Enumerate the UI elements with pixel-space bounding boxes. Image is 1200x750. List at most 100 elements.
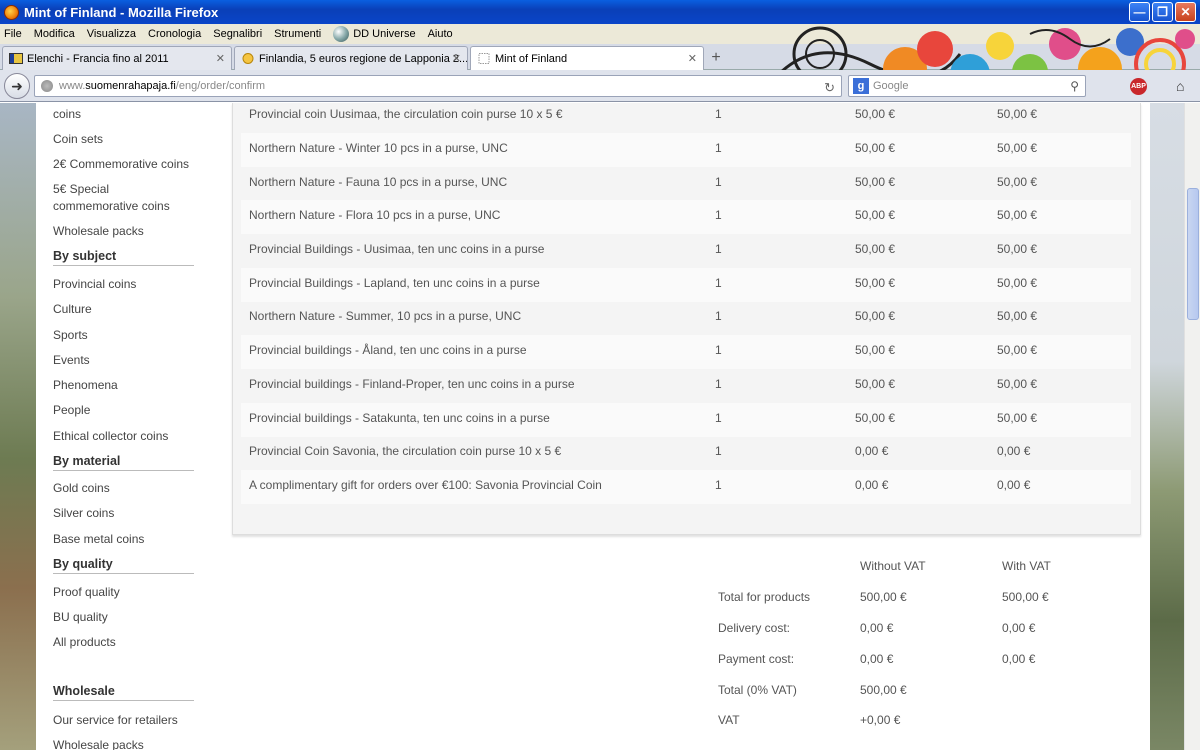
sidebar-link-all-products[interactable]: All products	[53, 634, 203, 651]
flag-favicon-icon	[9, 53, 23, 64]
menu-bar: File Modifica Visualizza Cronologia Segn…	[0, 24, 1200, 44]
sidebar-link-provincial-coins[interactable]: Provincial coins	[53, 276, 203, 293]
tab-elenchi[interactable]: Elenchi - Francia fino al 2011 ✕	[2, 46, 232, 70]
sidebar-heading-by-material: By material	[53, 454, 194, 471]
new-tab-button[interactable]: +	[706, 48, 726, 68]
scrollbar-thumb[interactable]	[1187, 188, 1199, 320]
sidebar-link-5e-special[interactable]: 5€ Special commemorative coins	[53, 181, 183, 215]
table-row: Provincial buildings - Satakunta, ten un…	[241, 403, 1131, 437]
item-name: Provincial Buildings - Uusimaa, ten unc …	[249, 242, 545, 256]
url-path: /eng/order/confirm	[175, 80, 266, 92]
reload-icon[interactable]: ↻	[824, 80, 835, 96]
page-scrollbar[interactable]	[1184, 103, 1200, 750]
sidebar-link-people[interactable]: People	[53, 402, 203, 419]
totals-without-vat: 500,00 €	[860, 590, 907, 604]
item-total: 50,00 €	[997, 411, 1038, 425]
item-unit-price: 50,00 €	[855, 309, 896, 323]
close-window-button[interactable]: ✕	[1175, 2, 1196, 22]
sidebar-link-proof-quality[interactable]: Proof quality	[53, 584, 203, 601]
item-quantity: 1	[715, 107, 722, 121]
sidebar-link-wholesale-packs[interactable]: Wholesale packs	[53, 223, 203, 240]
dd-universe-icon	[333, 26, 350, 42]
sidebar-link-bu-quality[interactable]: BU quality	[53, 609, 203, 626]
sidebar-link-retailer-service[interactable]: Our service for retailers	[53, 712, 203, 729]
item-name: A complimentary gift for orders over €10…	[249, 478, 602, 492]
sidebar-link-coins[interactable]: coins	[53, 106, 203, 123]
totals-without-vat: 0,00 €	[860, 652, 894, 666]
tab-close-icon[interactable]: ✕	[688, 52, 697, 65]
totals-without-vat: 0,00 €	[860, 621, 894, 635]
window-controls: — ❐ ✕	[1129, 2, 1196, 22]
firefox-logo-icon	[4, 4, 19, 20]
menu-dd-universe[interactable]: DD Universe	[333, 26, 416, 42]
item-name: Northern Nature - Fauna 10 pcs in a purs…	[249, 175, 508, 189]
sidebar-heading-by-quality: By quality	[53, 557, 194, 574]
sidebar-link-base-metal-coins[interactable]: Base metal coins	[53, 531, 203, 548]
tab-finlandia[interactable]: Finlandia, 5 euros regione de Lapponia 2…	[234, 46, 468, 70]
menu-visualizza[interactable]: Visualizza	[87, 28, 136, 40]
menu-strumenti[interactable]: Strumenti	[274, 28, 321, 40]
item-total: 50,00 €	[997, 276, 1038, 290]
item-quantity: 1	[715, 309, 722, 323]
sidebar-heading-by-subject: By subject	[53, 249, 194, 266]
item-total: 50,00 €	[997, 208, 1038, 222]
totals-with-vat: 0,00 €	[1002, 621, 1036, 635]
item-total: 0,00 €	[997, 478, 1031, 492]
item-unit-price: 50,00 €	[855, 411, 896, 425]
item-name: Northern Nature - Flora 10 pcs in a purs…	[249, 208, 501, 222]
search-bar[interactable]: g Google ⚲	[848, 75, 1086, 97]
page-viewport: coins Coin sets 2€ Commemorative coins 5…	[0, 103, 1200, 750]
menu-aiuto[interactable]: Aiuto	[428, 28, 453, 40]
item-total: 0,00 €	[997, 444, 1031, 458]
maximize-button[interactable]: ❐	[1152, 2, 1173, 22]
sidebar-link-gold-coins[interactable]: Gold coins	[53, 480, 203, 497]
item-total: 50,00 €	[997, 107, 1038, 121]
minimize-button[interactable]: —	[1129, 2, 1150, 22]
google-engine-icon[interactable]: g	[853, 78, 869, 94]
menu-file[interactable]: File	[4, 28, 22, 40]
item-total: 50,00 €	[997, 309, 1038, 323]
item-unit-price: 50,00 €	[855, 107, 896, 121]
item-unit-price: 50,00 €	[855, 175, 896, 189]
item-total: 50,00 €	[997, 242, 1038, 256]
item-name: Provincial buildings - Satakunta, ten un…	[249, 411, 550, 425]
totals-header-with-vat: With VAT	[1002, 559, 1051, 573]
adblock-icon[interactable]: ABP	[1130, 78, 1147, 95]
site-identity-icon	[41, 80, 53, 92]
sidebar-link-2e-commemorative[interactable]: 2€ Commemorative coins	[53, 156, 203, 173]
menu-segnalibri[interactable]: Segnalibri	[213, 28, 262, 40]
totals-without-vat: +0,00 €	[860, 713, 901, 727]
sidebar-link-culture[interactable]: Culture	[53, 301, 203, 318]
search-placeholder: Google	[873, 80, 909, 92]
item-name: Provincial buildings - Åland, ten unc co…	[249, 343, 527, 357]
menu-cronologia[interactable]: Cronologia	[148, 28, 201, 40]
sidebar-link-sports[interactable]: Sports	[53, 327, 203, 344]
sidebar-link-phenomena[interactable]: Phenomena	[53, 377, 203, 394]
item-unit-price: 50,00 €	[855, 377, 896, 391]
tab-close-icon[interactable]: ✕	[452, 52, 461, 65]
tab-close-icon[interactable]: ✕	[216, 52, 225, 65]
back-button[interactable]: ➜	[4, 73, 30, 99]
order-items-table: Provincial coin Uusimaa, the circulation…	[232, 103, 1141, 535]
menu-dd-universe-label: DD Universe	[353, 27, 416, 40]
sidebar-link-ethical-collector[interactable]: Ethical collector coins	[53, 428, 203, 445]
url-bar[interactable]: www. suomenrahapaja.fi/eng/order/confirm …	[34, 75, 842, 97]
menu-modifica[interactable]: Modifica	[34, 28, 75, 40]
url-host: suomenrahapaja.fi	[85, 80, 176, 92]
window-title: Mint of Finland - Mozilla Firefox	[24, 4, 219, 20]
search-icon[interactable]: ⚲	[1070, 79, 1079, 93]
tab-label: Elenchi - Francia fino al 2011	[27, 52, 169, 65]
content-area: coins Coin sets 2€ Commemorative coins 5…	[36, 103, 1150, 750]
sidebar-link-silver-coins[interactable]: Silver coins	[53, 505, 203, 522]
sidebar-link-coin-sets[interactable]: Coin sets	[53, 131, 203, 148]
item-quantity: 1	[715, 343, 722, 357]
smiley-favicon-icon	[242, 53, 254, 64]
home-icon[interactable]: ⌂	[1176, 78, 1184, 94]
tab-mint-of-finland[interactable]: Mint of Finland ✕	[470, 46, 704, 70]
item-quantity: 1	[715, 411, 722, 425]
item-total: 50,00 €	[997, 377, 1038, 391]
url-prefix: www.	[59, 80, 86, 92]
sidebar-link-wholesale-packs-2[interactable]: Wholesale packs	[53, 737, 203, 750]
table-row: Provincial buildings - Finland-Proper, t…	[241, 369, 1131, 403]
sidebar-link-events[interactable]: Events	[53, 352, 203, 369]
